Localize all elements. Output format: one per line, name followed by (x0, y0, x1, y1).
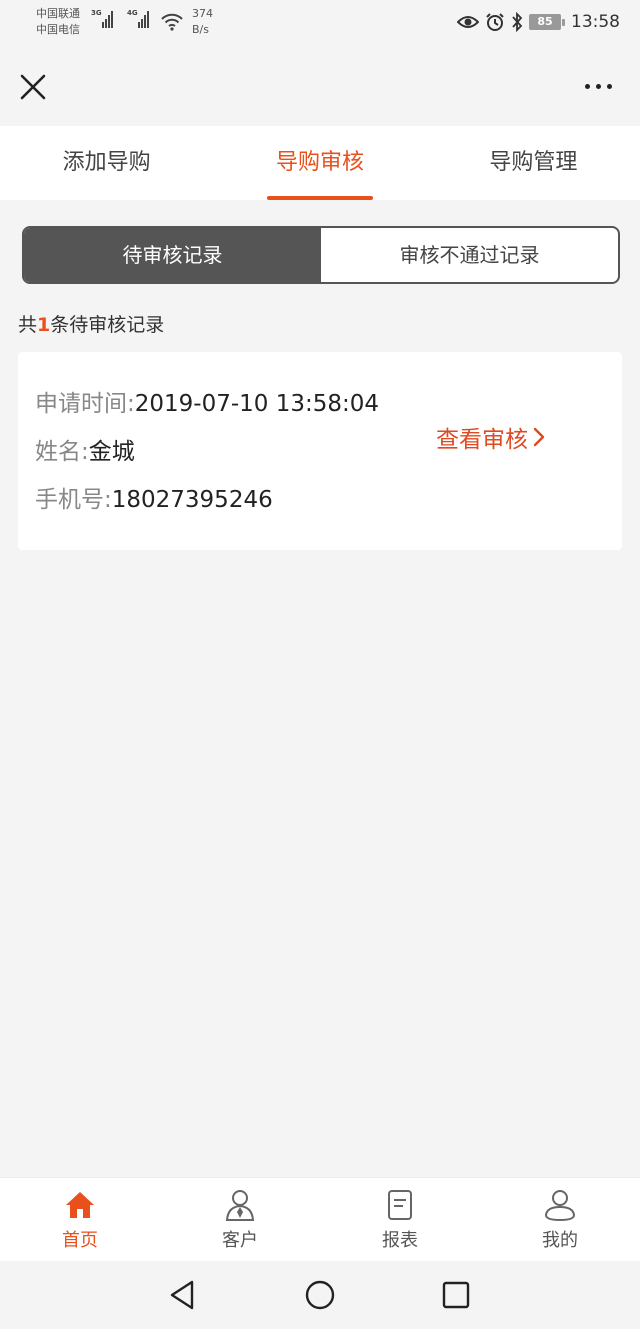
customer-icon (225, 1190, 255, 1221)
nav-customer-label: 客户 (222, 1230, 258, 1251)
nav-report-label: 报表 (382, 1230, 418, 1251)
view-review-label: 查看审核 (436, 427, 528, 453)
nav-home[interactable]: 首页 (0, 1178, 160, 1261)
segment-rejected-records[interactable]: 审核不通过记录 (321, 228, 618, 282)
nav-home-label: 首页 (62, 1230, 98, 1251)
view-review-button[interactable]: 查看审核 (436, 420, 546, 454)
record-count: 共1条待审核记录 (18, 310, 164, 337)
segment-pending-records[interactable]: 待审核记录 (24, 228, 321, 282)
clock: 13:58 (571, 12, 620, 32)
name-label: 姓名: (35, 439, 89, 465)
network-type-2: 4G (127, 9, 138, 17)
recent-apps-icon[interactable] (441, 1279, 471, 1311)
tab-guide-review[interactable]: 导购审核 (213, 126, 426, 200)
count-suffix: 条待审核记录 (50, 314, 165, 336)
name-row: 姓名:金城 (35, 432, 135, 466)
home-icon (66, 1192, 94, 1218)
speed-unit: B/s (192, 23, 209, 36)
speed-value: 374 (192, 7, 213, 20)
chevron-right-icon (533, 427, 545, 447)
battery-level: 85 (529, 14, 561, 30)
back-icon[interactable] (168, 1279, 198, 1311)
profile-icon (544, 1190, 576, 1222)
status-right: 85 13:58 (457, 12, 620, 32)
alarm-icon (486, 13, 504, 31)
tab-guide-management[interactable]: 导购管理 (427, 126, 640, 200)
name-value: 金城 (88, 439, 135, 465)
nav-profile-label: 我的 (542, 1230, 578, 1251)
system-nav-bar (0, 1261, 640, 1329)
top-tabs: 添加导购 导购审核 导购管理 (0, 126, 640, 200)
home-circle-icon[interactable] (304, 1279, 336, 1311)
signal-icon: 4G (127, 9, 149, 28)
record-segment-control: 待审核记录 审核不通过记录 (22, 226, 620, 284)
signal-icon: 3G (91, 9, 113, 28)
status-bar: 中国联通 中国电信 3G 4G 374 B/s 85 13:58 (0, 0, 640, 48)
count-number: 1 (37, 314, 51, 336)
carrier-info: 中国联通 中国电信 (36, 6, 80, 38)
nav-report[interactable]: 报表 (320, 1178, 480, 1261)
close-icon[interactable] (18, 72, 48, 102)
apply-time-label: 申请时间: (35, 391, 135, 417)
record-card[interactable]: 申请时间:2019-07-10 13:58:04 姓名:金城 手机号:18027… (18, 352, 622, 550)
network-speed: 374 B/s (192, 6, 213, 38)
phone-label: 手机号: (35, 487, 112, 513)
battery-icon: 85 (529, 14, 565, 30)
carrier-1: 中国联通 (36, 7, 80, 20)
phone-row: 手机号:18027395246 (35, 480, 273, 514)
network-type-1: 3G (91, 9, 102, 17)
wifi-icon (161, 13, 183, 31)
report-icon (388, 1190, 412, 1220)
apply-time-value: 2019-07-10 13:58:04 (134, 391, 380, 417)
phone-value: 18027395246 (111, 487, 273, 513)
count-prefix: 共 (18, 314, 38, 336)
bluetooth-icon (512, 12, 523, 32)
navbar (0, 48, 640, 126)
tab-add-guide[interactable]: 添加导购 (0, 126, 213, 200)
bottom-nav: 首页 客户 报表 我的 (0, 1177, 640, 1261)
nav-customer[interactable]: 客户 (160, 1178, 320, 1261)
more-icon[interactable] (585, 84, 612, 89)
signal-icons: 3G 4G (91, 9, 149, 28)
eye-icon (457, 16, 479, 28)
apply-time-row: 申请时间:2019-07-10 13:58:04 (35, 384, 379, 418)
carrier-2: 中国电信 (36, 23, 80, 36)
nav-profile[interactable]: 我的 (480, 1178, 640, 1261)
